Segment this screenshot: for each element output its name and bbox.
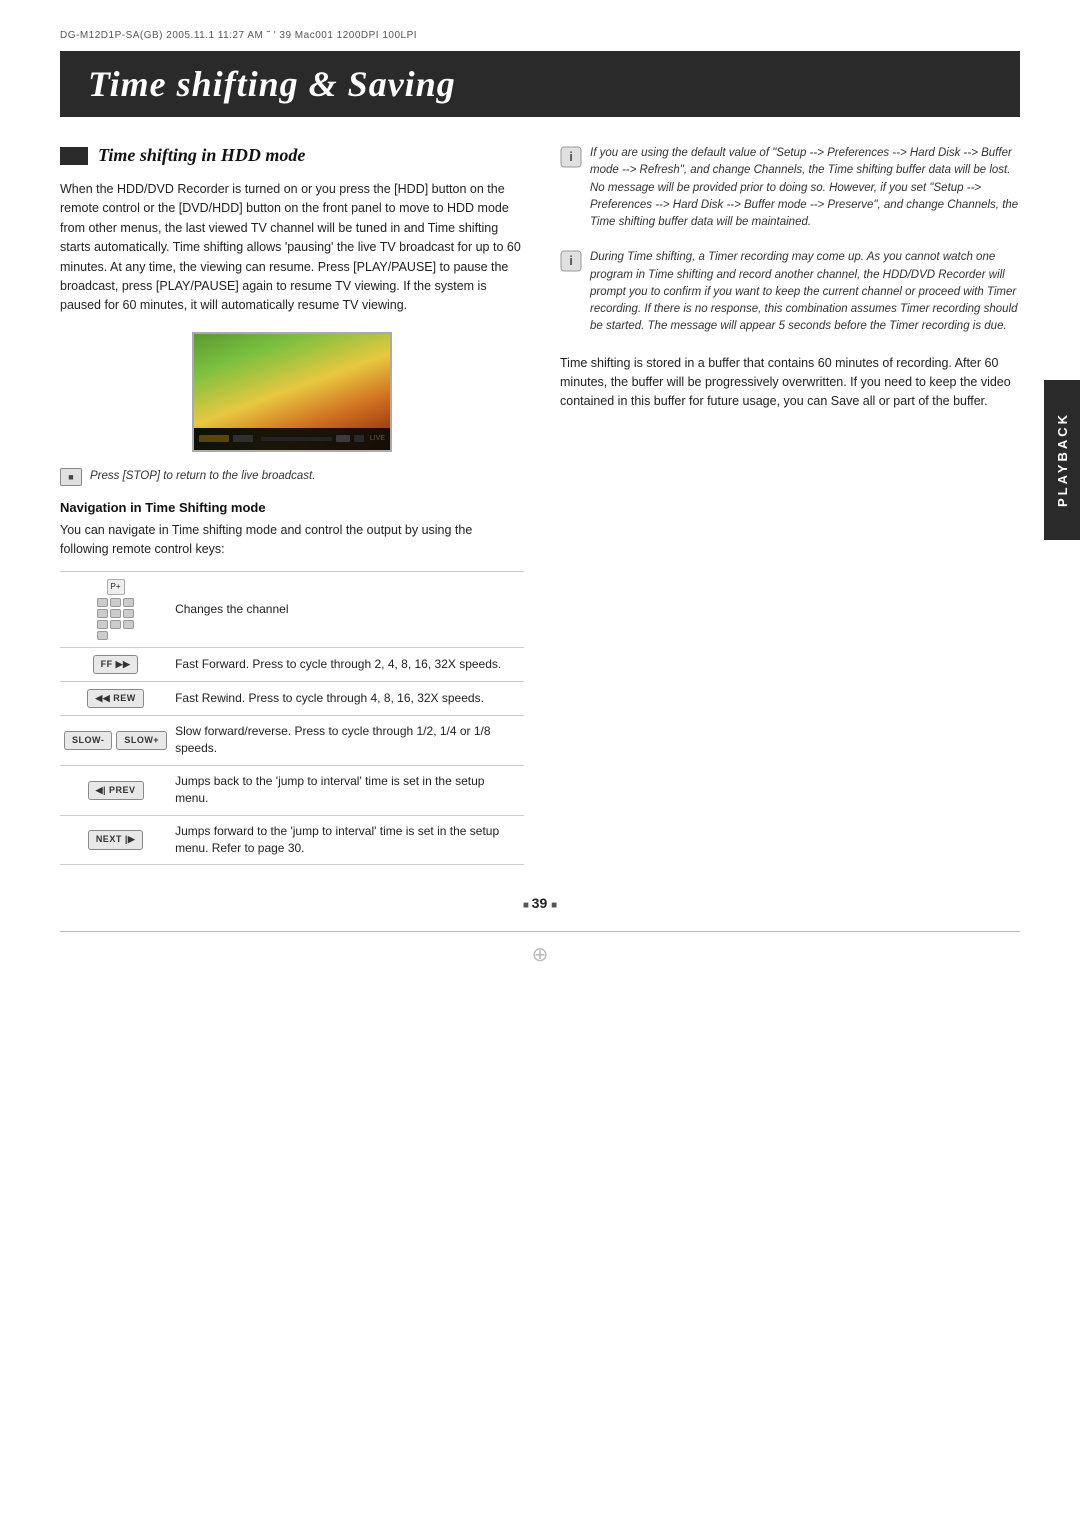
nav-key-cell: ◀◀ REW — [60, 682, 171, 716]
header-meta: DG-M12D1P-SA(GB) 2005.11.1 11:27 AM ˜ ' … — [60, 30, 1020, 41]
info-icon-1: i — [560, 146, 582, 168]
page-container: DG-M12D1P-SA(GB) 2005.11.1 11:27 AM ˜ ' … — [0, 0, 1080, 1528]
note1-row: i If you are using the default value of … — [560, 145, 1020, 231]
nav-desc-cell: Jumps forward to the 'jump to interval' … — [171, 815, 524, 865]
crosshair-bottom: ⊕ — [532, 942, 549, 967]
note1-text: If you are using the default value of "S… — [590, 145, 1020, 231]
nav-key-cell: NEXT |▶ — [60, 815, 171, 865]
info-icon-2: i — [560, 250, 582, 272]
col-right: i If you are using the default value of … — [560, 145, 1020, 865]
slow-fwd-button-icon: SLOW+ — [116, 731, 167, 750]
note-stop-row: ■ Press [STOP] to return to the live bro… — [60, 468, 524, 486]
svg-text:i: i — [569, 253, 573, 268]
nav-key-cell: P+ — [60, 572, 171, 648]
col-left: Time shifting in HDD mode When the HDD/D… — [60, 145, 524, 865]
table-row: ◀| PREV Jumps back to the 'jump to inter… — [60, 765, 524, 815]
nav-desc-cell: Fast Rewind. Press to cycle through 4, 8… — [171, 682, 524, 716]
table-row: ◀◀ REW Fast Rewind. Press to cycle throu… — [60, 682, 524, 716]
note-stop-text: Press [STOP] to return to the live broad… — [90, 468, 315, 485]
playback-label: PLAYBACK — [1055, 412, 1070, 507]
nav-section-title: Navigation in Time Shifting mode — [60, 500, 524, 515]
nav-key-cell: SLOW- SLOW+ — [60, 716, 171, 766]
table-row: SLOW- SLOW+ Slow forward/reverse. Press … — [60, 716, 524, 766]
slow-rev-button-icon: SLOW- — [64, 731, 112, 750]
prev-button-icon: ◀| PREV — [88, 781, 144, 800]
tv-screenshot-image: LIVE — [192, 332, 392, 452]
next-button-icon: NEXT |▶ — [88, 830, 143, 849]
page-title-block: Time shifting & Saving — [60, 51, 1020, 117]
nav-table: P+ — [60, 571, 524, 865]
table-row: NEXT |▶ Jumps forward to the 'jump to in… — [60, 815, 524, 865]
nav-key-cell: ◀| PREV — [60, 765, 171, 815]
nav-desc-cell: Slow forward/reverse. Press to cycle thr… — [171, 716, 524, 766]
ff-button-icon: FF ▶▶ — [93, 655, 139, 674]
two-column-layout: Time shifting in HDD mode When the HDD/D… — [60, 145, 1020, 865]
bottom-decoration: ⊕ — [60, 932, 1020, 972]
right-body-bottom: Time shifting is stored in a buffer that… — [560, 354, 1020, 412]
page-title: Time shifting & Saving — [88, 63, 992, 105]
svg-text:i: i — [569, 149, 573, 164]
playback-sidebar: PLAYBACK — [1044, 380, 1080, 540]
note2-text: During Time shifting, a Timer recording … — [590, 249, 1020, 335]
stop-icon: ■ — [60, 468, 82, 486]
nav-intro-text: You can navigate in Time shifting mode a… — [60, 521, 524, 560]
note2-row: i During Time shifting, a Timer recordin… — [560, 249, 1020, 335]
nav-desc-cell: Jumps back to the 'jump to interval' tim… — [171, 765, 524, 815]
rew-button-icon: ◀◀ REW — [87, 689, 143, 708]
nav-key-cell: FF ▶▶ — [60, 647, 171, 681]
hdd-body-text: When the HDD/DVD Recorder is turned on o… — [60, 180, 524, 316]
nav-desc-cell: Changes the channel — [171, 572, 524, 648]
heading-bar — [60, 147, 88, 165]
table-row: P+ — [60, 572, 524, 648]
page-number: 39 — [60, 895, 1020, 911]
table-row: FF ▶▶ Fast Forward. Press to cycle throu… — [60, 647, 524, 681]
section-heading-hdd: Time shifting in HDD mode — [60, 145, 524, 166]
section-title-hdd: Time shifting in HDD mode — [98, 145, 305, 166]
nav-desc-cell: Fast Forward. Press to cycle through 2, … — [171, 647, 524, 681]
